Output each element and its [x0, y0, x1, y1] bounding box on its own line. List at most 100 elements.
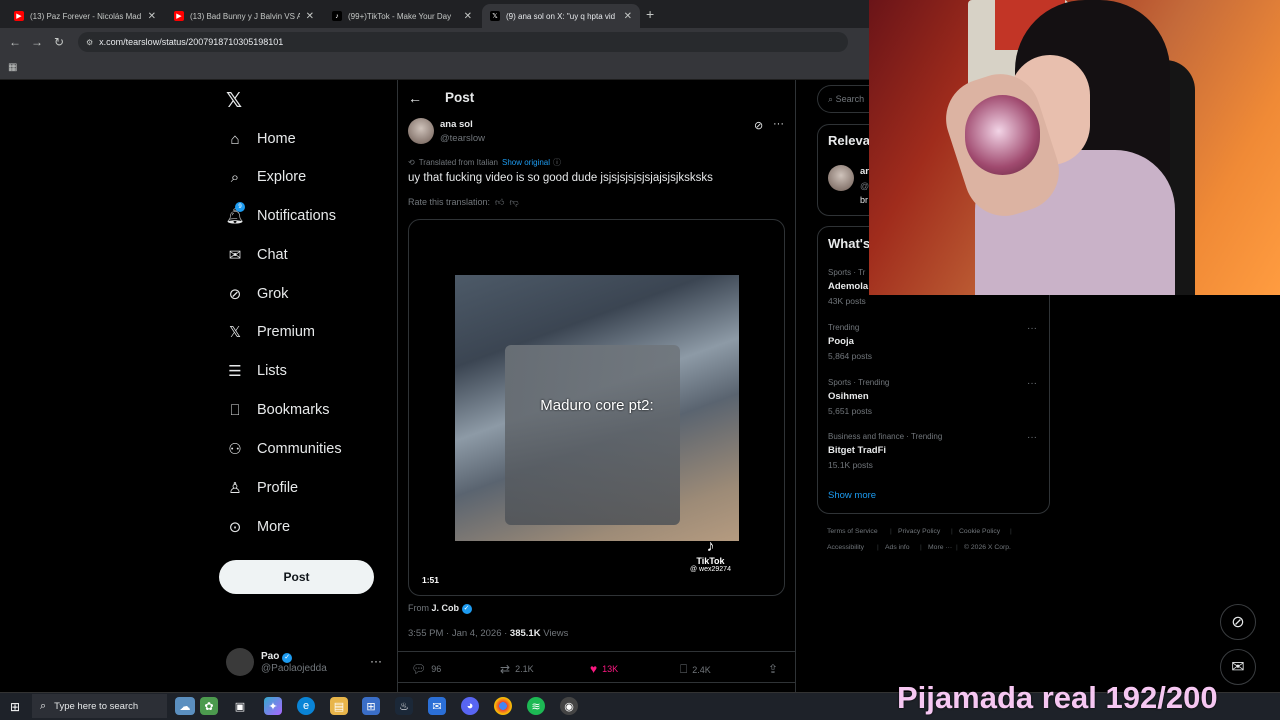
- close-tab-icon[interactable]: ✕: [464, 11, 472, 22]
- trending-title: What's: [828, 236, 871, 251]
- show-original-link[interactable]: Show original: [502, 158, 550, 167]
- post-timestamp[interactable]: 3:55 PM · Jan 4, 2026 ·: [408, 628, 507, 639]
- thumbs-down-icon[interactable]: 👎︎: [509, 197, 518, 207]
- trend-name[interactable]: Pooja: [828, 336, 854, 347]
- author-name[interactable]: ana sol: [440, 119, 473, 130]
- like-button[interactable]: ♥ 13K: [590, 662, 618, 676]
- nav-premium[interactable]: 𝕏 Premium: [226, 318, 315, 346]
- post-text: uy that fucking video is so good dude js…: [408, 172, 713, 184]
- site-info-icon[interactable]: ⚙: [86, 38, 93, 47]
- new-tab-icon[interactable]: +: [646, 6, 654, 22]
- nav-explore[interactable]: ⌕ Explore: [226, 163, 306, 191]
- bookmark-icon: ⎕: [230, 401, 240, 419]
- heart-filled-icon: ♥: [590, 662, 598, 676]
- footer-separator: |: [956, 544, 958, 551]
- browser-tab-4-active[interactable]: 𝕏 (9) ana sol on X: "uy q hpta vid ✕: [482, 4, 640, 28]
- more-dots-icon[interactable]: ···: [370, 654, 382, 668]
- more-circle-icon: ⊙: [228, 519, 242, 536]
- tab-title: (13) Paz Forever - Nicolás Mad: [30, 11, 142, 21]
- footer-link[interactable]: Accessibility: [827, 544, 864, 551]
- footer-link[interactable]: Ads info: [885, 544, 910, 551]
- obs-icon[interactable]: ◉: [560, 697, 578, 715]
- nav-notifications[interactable]: 🔔︎ 9 Notifications: [225, 202, 336, 230]
- windows-start-icon[interactable]: ⊞: [10, 700, 20, 714]
- nav-grok[interactable]: ⊘ Grok: [226, 280, 289, 308]
- tab-title: (13) Bad Bunny y J Balvin VS An: [190, 11, 300, 21]
- back-arrow-icon[interactable]: ←: [408, 90, 422, 106]
- edge-icon[interactable]: e: [297, 697, 315, 715]
- browser-tab-3[interactable]: ♪ (99+)TikTok - Make Your Day ✕: [324, 4, 480, 28]
- repost-button[interactable]: ⇄ 2.1K: [500, 662, 534, 676]
- nav-label: Bookmarks: [257, 402, 330, 418]
- trend-name[interactable]: Osihmen: [828, 391, 869, 402]
- nav-label: Lists: [257, 363, 287, 379]
- trend-more-icon[interactable]: ···: [1027, 323, 1037, 334]
- more-dots-icon[interactable]: ···: [773, 118, 784, 130]
- store-icon[interactable]: ⊞: [362, 697, 380, 715]
- footer-link[interactable]: More ···: [928, 544, 952, 551]
- reply-button[interactable]: 💬︎ 96: [411, 662, 441, 676]
- show-more-link[interactable]: Show more: [828, 490, 876, 501]
- post-button[interactable]: Post: [219, 560, 374, 594]
- footer-separator: |: [1010, 528, 1012, 535]
- close-tab-icon[interactable]: ✕: [306, 11, 314, 22]
- grok-icon[interactable]: ⊘: [754, 119, 763, 132]
- nav-communities[interactable]: ⚇ Communities: [226, 435, 341, 463]
- nav-lists[interactable]: ☰ Lists: [226, 357, 287, 385]
- x-logo-icon[interactable]: 𝕏: [226, 88, 242, 113]
- search-icon: ⌕: [40, 699, 47, 712]
- weather-widget-icon[interactable]: ☁: [175, 697, 195, 715]
- browser-tab-2[interactable]: ▶ (13) Bad Bunny y J Balvin VS An ✕: [166, 4, 322, 28]
- nav-chat[interactable]: ✉ Chat: [226, 241, 288, 269]
- footer-separator: |: [890, 528, 892, 535]
- widget-icon[interactable]: ✿: [200, 697, 218, 715]
- author-handle[interactable]: @tearslow: [440, 133, 485, 144]
- trend-name[interactable]: Ademola: [828, 281, 868, 292]
- discord-icon[interactable]: ◕: [461, 697, 479, 715]
- nav-profile[interactable]: ♙ Profile: [226, 474, 298, 502]
- browser-tab-1[interactable]: ▶ (13) Paz Forever - Nicolás Mad ✕: [6, 4, 164, 28]
- messages-float-button[interactable]: ✉: [1220, 649, 1256, 685]
- trend-more-icon[interactable]: ···: [1027, 432, 1037, 443]
- trend-more-icon[interactable]: ···: [1027, 378, 1037, 389]
- task-view-icon[interactable]: ▣: [231, 697, 249, 715]
- url-input[interactable]: ⚙ x.com/tearslow/status/20079187103051981…: [78, 32, 848, 52]
- taskbar-search-input[interactable]: ⌕ Type here to search: [32, 694, 167, 718]
- apps-grid-icon[interactable]: ▦: [8, 62, 17, 73]
- back-arrow-icon[interactable]: ←: [4, 35, 26, 49]
- bookmark-button[interactable]: ⎕ 2.4K: [680, 662, 711, 677]
- trend-category: Sports · Tr: [828, 268, 866, 277]
- file-explorer-icon[interactable]: ▤: [330, 697, 348, 715]
- x-icon: 𝕏: [490, 11, 500, 21]
- nav-bookmarks[interactable]: ⎕ Bookmarks: [226, 396, 330, 424]
- youtube-icon: ▶: [14, 11, 24, 21]
- video-caption: Maduro core pt2:: [540, 397, 654, 414]
- copilot-icon[interactable]: ✦: [264, 697, 282, 715]
- source-user-link[interactable]: J. Cob: [432, 603, 460, 613]
- footer-link[interactable]: Privacy Policy: [898, 528, 940, 535]
- trend-name[interactable]: Bitget TradFi: [828, 445, 886, 456]
- chrome-icon[interactable]: [494, 697, 512, 715]
- mail-app-icon[interactable]: ✉: [428, 697, 446, 715]
- footer-link[interactable]: Cookie Policy: [959, 528, 1000, 535]
- spotify-icon[interactable]: ≋: [527, 697, 545, 715]
- forward-arrow-icon[interactable]: →: [26, 35, 48, 49]
- nav-more[interactable]: ⊙ More: [226, 513, 290, 541]
- grok-float-button[interactable]: ⊘: [1220, 604, 1256, 640]
- reload-icon[interactable]: ↻: [48, 35, 70, 49]
- thumbs-up-icon[interactable]: 👍︎: [495, 197, 504, 207]
- nav-home[interactable]: ⌂ Home: [226, 125, 295, 153]
- account-switcher[interactable]: Pao ✓ @Paolaojedda: [226, 648, 327, 676]
- footer-link[interactable]: Terms of Service: [827, 528, 878, 535]
- info-icon[interactable]: ⓘ: [553, 157, 561, 168]
- mail-icon: ✉: [1231, 659, 1245, 676]
- close-tab-icon[interactable]: ✕: [624, 11, 632, 22]
- search-input[interactable]: ⌕ Search: [817, 85, 877, 113]
- author-avatar[interactable]: [408, 118, 434, 144]
- relevant-user-name[interactable]: ar: [860, 166, 869, 177]
- close-tab-icon[interactable]: ✕: [148, 11, 156, 22]
- share-button[interactable]: ⇪: [768, 662, 783, 676]
- relevant-user-avatar[interactable]: [828, 165, 854, 191]
- tab-title: (99+)TikTok - Make Your Day: [348, 11, 452, 21]
- steam-icon[interactable]: ♨: [395, 697, 413, 715]
